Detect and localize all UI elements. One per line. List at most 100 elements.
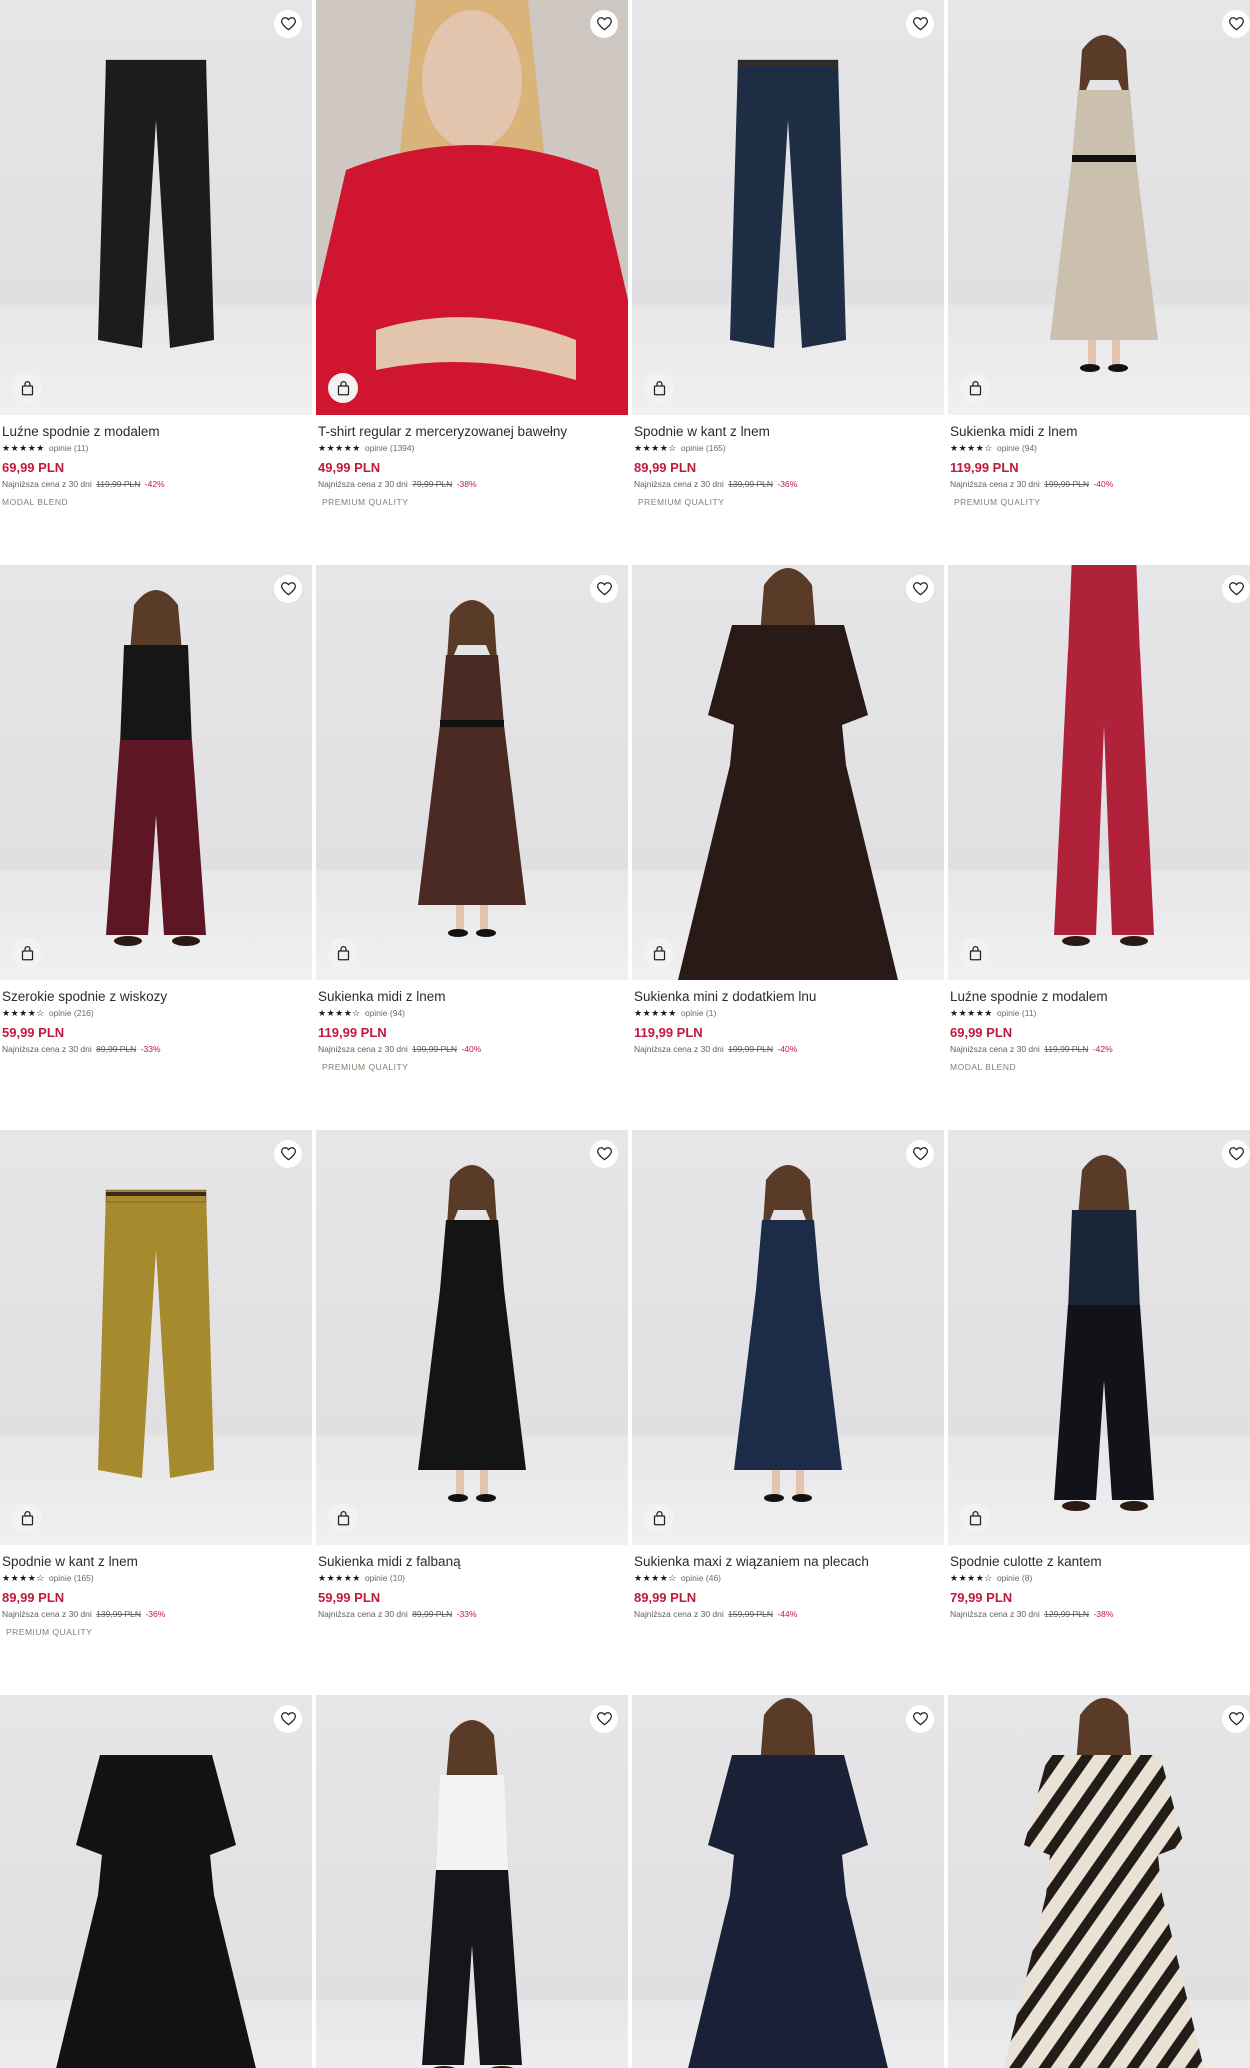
product-price: 49,99 PLN xyxy=(318,460,381,475)
shopping-bag-icon[interactable] xyxy=(12,938,42,968)
product-card[interactable]: T-shirt regular z merceryzowanej bawełny… xyxy=(316,0,628,508)
heart-icon[interactable] xyxy=(590,575,618,603)
product-card[interactable] xyxy=(632,1695,944,2068)
shopping-bag-icon[interactable] xyxy=(328,938,358,968)
product-card[interactable]: Sukienka midi z falbaną ★★★★★ opinie (10… xyxy=(316,1130,628,1620)
product-card[interactable]: Szerokie spodnie z wiskozy ★★★★☆ opinie … xyxy=(0,565,312,1055)
shopping-bag-icon[interactable] xyxy=(644,1503,674,1533)
shopping-bag-icon[interactable] xyxy=(960,938,990,968)
product-card[interactable]: Sukienka maxi z wiązaniem na plecach ★★★… xyxy=(632,1130,944,1620)
discount-badge: -40% xyxy=(461,1044,482,1054)
review-count[interactable]: opinie (46) xyxy=(681,1573,721,1584)
product-card[interactable] xyxy=(0,1695,312,2068)
product-image[interactable] xyxy=(632,1130,944,1545)
product-image[interactable] xyxy=(632,1695,944,2068)
product-card[interactable]: Spodnie w kant z lnem ★★★★☆ opinie (165)… xyxy=(0,1130,312,1638)
shopping-bag-icon[interactable] xyxy=(12,1503,42,1533)
heart-icon[interactable] xyxy=(906,1705,934,1733)
product-badge: PREMIUM QUALITY xyxy=(322,497,409,507)
product-card[interactable]: Sukienka midi z lnem ★★★★☆ opinie (94) 1… xyxy=(316,565,628,1073)
review-count[interactable]: opinie (94) xyxy=(997,443,1037,454)
product-card[interactable]: Luźne spodnie z modalem ★★★★★ opinie (11… xyxy=(948,565,1250,1073)
product-name[interactable]: Sukienka midi z lnem xyxy=(950,424,1250,440)
heart-icon[interactable] xyxy=(274,575,302,603)
product-name[interactable]: Sukienka midi z falbaną xyxy=(318,1554,626,1570)
product-photo xyxy=(0,1695,312,2068)
review-count[interactable]: opinie (165) xyxy=(681,443,726,454)
product-name[interactable]: Sukienka mini z dodatkiem lnu xyxy=(634,989,942,1005)
product-card[interactable]: Spodnie culotte z kantem ★★★★☆ opinie (8… xyxy=(948,1130,1250,1620)
product-image[interactable] xyxy=(316,565,628,980)
product-name[interactable]: Luźne spodnie z modalem xyxy=(2,424,310,440)
shopping-bag-icon[interactable] xyxy=(328,373,358,403)
review-count[interactable]: opinie (94) xyxy=(365,1008,405,1019)
heart-icon[interactable] xyxy=(590,1705,618,1733)
product-name[interactable]: Spodnie culotte z kantem xyxy=(950,1554,1250,1570)
lowest-price-label: Najniższa cena z 30 dni xyxy=(634,1609,724,1619)
review-count[interactable]: opinie (8) xyxy=(997,1573,1032,1584)
product-image[interactable] xyxy=(316,1695,628,2068)
product-image[interactable] xyxy=(632,565,944,980)
product-card[interactable]: Luźne spodnie z modalem ★★★★★ opinie (11… xyxy=(0,0,312,508)
shopping-bag-icon[interactable] xyxy=(328,1503,358,1533)
shopping-bag-icon[interactable] xyxy=(960,1503,990,1533)
review-count[interactable]: opinie (165) xyxy=(49,1573,94,1584)
product-card[interactable]: Spodnie w kant z lnem ★★★★☆ opinie (165)… xyxy=(632,0,944,508)
review-count[interactable]: opinie (216) xyxy=(49,1008,94,1019)
product-card[interactable]: Sukienka midi z lnem ★★★★☆ opinie (94) 1… xyxy=(948,0,1250,508)
product-image[interactable] xyxy=(316,0,628,415)
heart-icon[interactable] xyxy=(1222,575,1250,603)
shopping-bag-icon[interactable] xyxy=(12,373,42,403)
heart-icon[interactable] xyxy=(1222,1705,1250,1733)
product-name[interactable]: Luźne spodnie z modalem xyxy=(950,989,1250,1005)
rating-stars: ★★★★★ xyxy=(634,1008,677,1018)
product-name[interactable]: Szerokie spodnie z wiskozy xyxy=(2,989,310,1005)
product-image[interactable] xyxy=(316,1130,628,1545)
product-image[interactable] xyxy=(948,1695,1250,2068)
product-image[interactable] xyxy=(0,565,312,980)
product-image[interactable] xyxy=(948,1130,1250,1545)
product-image[interactable] xyxy=(948,565,1250,980)
product-image[interactable] xyxy=(632,0,944,415)
review-count[interactable]: opinie (1394) xyxy=(365,443,415,454)
product-name[interactable]: T-shirt regular z merceryzowanej bawełny xyxy=(318,424,626,440)
product-badge: PREMIUM QUALITY xyxy=(322,1062,409,1072)
heart-icon[interactable] xyxy=(274,1140,302,1168)
product-card[interactable]: Sukienka mini z dodatkiem lnu ★★★★★ opin… xyxy=(632,565,944,1055)
discount-badge: -40% xyxy=(1093,479,1114,489)
shopping-bag-icon[interactable] xyxy=(644,938,674,968)
product-image[interactable] xyxy=(0,1695,312,2068)
heart-icon[interactable] xyxy=(906,575,934,603)
shopping-bag-icon[interactable] xyxy=(960,373,990,403)
product-badge: MODAL BLEND xyxy=(2,497,69,507)
review-count[interactable]: opinie (11) xyxy=(49,443,89,454)
review-count[interactable]: opinie (1) xyxy=(681,1008,716,1019)
product-name[interactable]: Sukienka maxi z wiązaniem na plecach xyxy=(634,1554,942,1570)
rating-stars: ★★★★★ xyxy=(2,443,45,453)
heart-icon[interactable] xyxy=(1222,1140,1250,1168)
product-card[interactable] xyxy=(948,1695,1250,2068)
product-rating: ★★★★★ opinie (10) xyxy=(318,1573,626,1584)
product-image[interactable] xyxy=(0,0,312,415)
discount-badge: -33% xyxy=(140,1044,161,1054)
product-photo xyxy=(316,1130,628,1545)
product-card[interactable] xyxy=(316,1695,628,2068)
product-rating: ★★★★☆ opinie (165) xyxy=(2,1573,310,1584)
product-name[interactable]: Spodnie w kant z lnem xyxy=(2,1554,310,1570)
product-image[interactable] xyxy=(948,0,1250,415)
discount-badge: -42% xyxy=(144,479,165,489)
heart-icon[interactable] xyxy=(590,1140,618,1168)
product-name[interactable]: Sukienka midi z lnem xyxy=(318,989,626,1005)
product-image[interactable] xyxy=(0,1130,312,1545)
shopping-bag-icon[interactable] xyxy=(644,373,674,403)
heart-icon[interactable] xyxy=(906,1140,934,1168)
heart-icon[interactable] xyxy=(274,1705,302,1733)
review-count[interactable]: opinie (10) xyxy=(365,1573,405,1584)
review-count[interactable]: opinie (11) xyxy=(997,1008,1037,1019)
product-name[interactable]: Spodnie w kant z lnem xyxy=(634,424,942,440)
heart-icon[interactable] xyxy=(1222,10,1250,38)
heart-icon[interactable] xyxy=(274,10,302,38)
heart-icon[interactable] xyxy=(906,10,934,38)
product-info: Szerokie spodnie z wiskozy ★★★★☆ opinie … xyxy=(0,980,312,1055)
heart-icon[interactable] xyxy=(590,10,618,38)
